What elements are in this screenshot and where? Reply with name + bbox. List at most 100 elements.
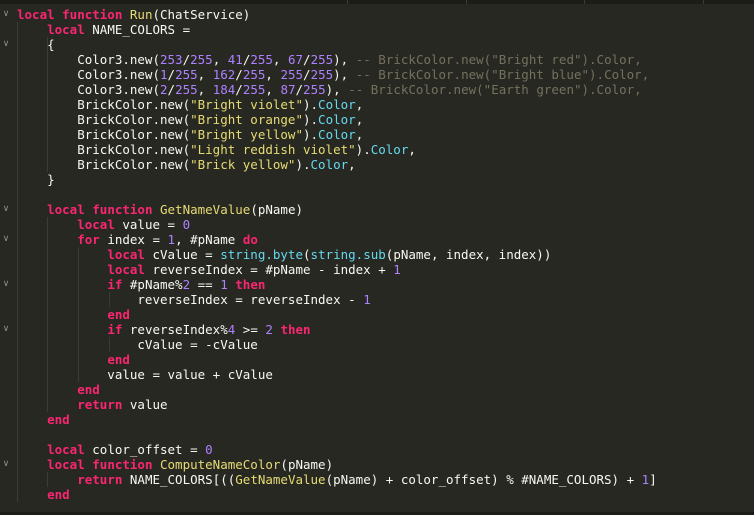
code-line[interactable]: local color_offset = 0 (17, 442, 754, 457)
code-token: , (265, 67, 281, 82)
tab-separator (466, 0, 467, 4)
code-token: / (235, 82, 243, 97)
code-area[interactable]: local function Run(ChatService) local NA… (17, 7, 754, 502)
code-line[interactable]: end (17, 382, 754, 397)
tab-strip[interactable] (0, 0, 754, 4)
code-line[interactable]: Color3.new(2/255, 184/255, 87/255), -- B… (17, 82, 754, 97)
code-token: 255 (310, 67, 334, 82)
code-line[interactable]: local cValue = string.byte(string.sub(pN… (17, 247, 754, 262)
code-token: end (107, 352, 130, 367)
code-line[interactable]: local NAME_COLORS = (17, 22, 754, 37)
code-line[interactable]: BrickColor.new("Bright orange").Color, (17, 112, 754, 127)
chevron-down-icon[interactable]: ∨ (0, 202, 12, 217)
code-line[interactable]: Color3.new(1/255, 162/255, 255/255), -- … (17, 67, 754, 82)
code-token: (pName) (250, 202, 303, 217)
code-token: #pName% (129, 277, 183, 292)
code-token: "Light reddish violet" (190, 142, 356, 157)
code-token: GetNameValue (235, 472, 326, 487)
code-token: 1 (393, 262, 401, 277)
code-line[interactable]: end (17, 307, 754, 322)
code-line[interactable]: for index = 1, #pName do (17, 232, 754, 247)
code-token: (pName) + color_offset) % #NAME_COLORS) … (325, 472, 642, 487)
code-line[interactable]: if #pName%2 == 1 then (17, 277, 754, 292)
code-token: , (272, 52, 288, 67)
code-token: 2 (182, 277, 191, 292)
code-token: 255 (242, 67, 266, 82)
code-line[interactable]: BrickColor.new("Brick yellow").Color, (17, 157, 754, 172)
code-token: reverseIndex% (129, 322, 228, 337)
code-line[interactable]: local function GetNameValue(pName) (17, 202, 754, 217)
code-line[interactable]: end (17, 487, 754, 502)
code-line[interactable]: return NAME_COLORS[((GetNameValue(pName)… (17, 472, 754, 487)
code-line[interactable]: end (17, 412, 754, 427)
code-line[interactable]: { (17, 37, 754, 52)
code-token: Color3.new( (17, 82, 160, 97)
code-token: / (295, 82, 304, 97)
code-token: if (107, 322, 130, 337)
indent-guide (47, 37, 48, 172)
chevron-down-icon[interactable]: ∨ (0, 232, 12, 247)
code-token: Color3.new( (17, 67, 160, 82)
code-line[interactable]: cValue = -cValue (17, 337, 754, 352)
code-line[interactable]: local function ComputeNameColor(pName) (17, 457, 754, 472)
code-token: 255 (190, 52, 213, 67)
code-line[interactable]: BrickColor.new("Bright violet").Color, (17, 97, 754, 112)
indent-guide (47, 472, 48, 487)
code-line[interactable]: local reverseIndex = #pName - index + 1 (17, 262, 754, 277)
code-line[interactable]: local function Run(ChatService) (17, 7, 754, 22)
code-line[interactable]: reverseIndex = reverseIndex - 1 (17, 292, 754, 307)
code-token: , #pName (175, 232, 243, 247)
chevron-down-icon[interactable]: ∨ (0, 37, 12, 52)
indent-guide (109, 337, 110, 352)
code-token: ), (333, 67, 356, 82)
code-line[interactable]: if reverseIndex%4 >= 2 then (17, 322, 754, 337)
code-line[interactable]: end (17, 352, 754, 367)
code-token: local (47, 22, 93, 37)
code-token: 255 (250, 52, 273, 67)
code-token: ), (325, 82, 349, 97)
code-token: end (107, 307, 130, 322)
code-token: , (212, 52, 228, 67)
code-token: local function (17, 7, 130, 22)
code-token: , (197, 67, 213, 82)
code-token: return (77, 472, 130, 487)
code-line[interactable]: BrickColor.new("Light reddish violet").C… (17, 142, 754, 157)
code-line[interactable]: } (17, 172, 754, 187)
code-token: Color (318, 112, 356, 127)
code-token: local (77, 217, 123, 232)
chevron-down-icon[interactable]: ∨ (0, 7, 12, 22)
code-line[interactable]: value = value + cValue (17, 367, 754, 382)
code-line[interactable] (17, 187, 754, 202)
code-line[interactable]: BrickColor.new("Bright yellow").Color, (17, 127, 754, 142)
chevron-down-icon[interactable]: ∨ (0, 457, 12, 472)
code-line[interactable]: local value = 0 (17, 217, 754, 232)
code-token: , (265, 82, 281, 97)
code-token: BrickColor.new( (17, 97, 191, 112)
code-editor[interactable]: ∨ ∨ ∨ ∨ ∨ ∨ ∨ local function Run(ChatService) … (0, 0, 754, 515)
code-token: , (355, 97, 364, 112)
code-token: then (280, 322, 311, 337)
code-token: ). (302, 127, 319, 142)
chevron-down-icon[interactable]: ∨ (0, 277, 12, 292)
code-token: Color (310, 157, 349, 172)
code-token: do (242, 232, 258, 247)
code-token: string.sub (310, 247, 386, 262)
code-token: end (77, 382, 100, 397)
code-token: 1 (220, 277, 228, 292)
code-line[interactable] (17, 427, 754, 442)
code-token: local (107, 247, 153, 262)
code-token: Run (129, 7, 153, 22)
code-token: 2 (160, 82, 168, 97)
code-line[interactable]: return value (17, 397, 754, 412)
code-token: end (47, 412, 70, 427)
code-line[interactable]: Color3.new(253/255, 41/255, 67/255), -- … (17, 52, 754, 67)
code-token: BrickColor.new( (17, 142, 191, 157)
code-token: value = value + cValue (17, 367, 273, 382)
chevron-down-icon[interactable]: ∨ (0, 322, 12, 337)
code-token: (ChatService) (152, 7, 251, 22)
